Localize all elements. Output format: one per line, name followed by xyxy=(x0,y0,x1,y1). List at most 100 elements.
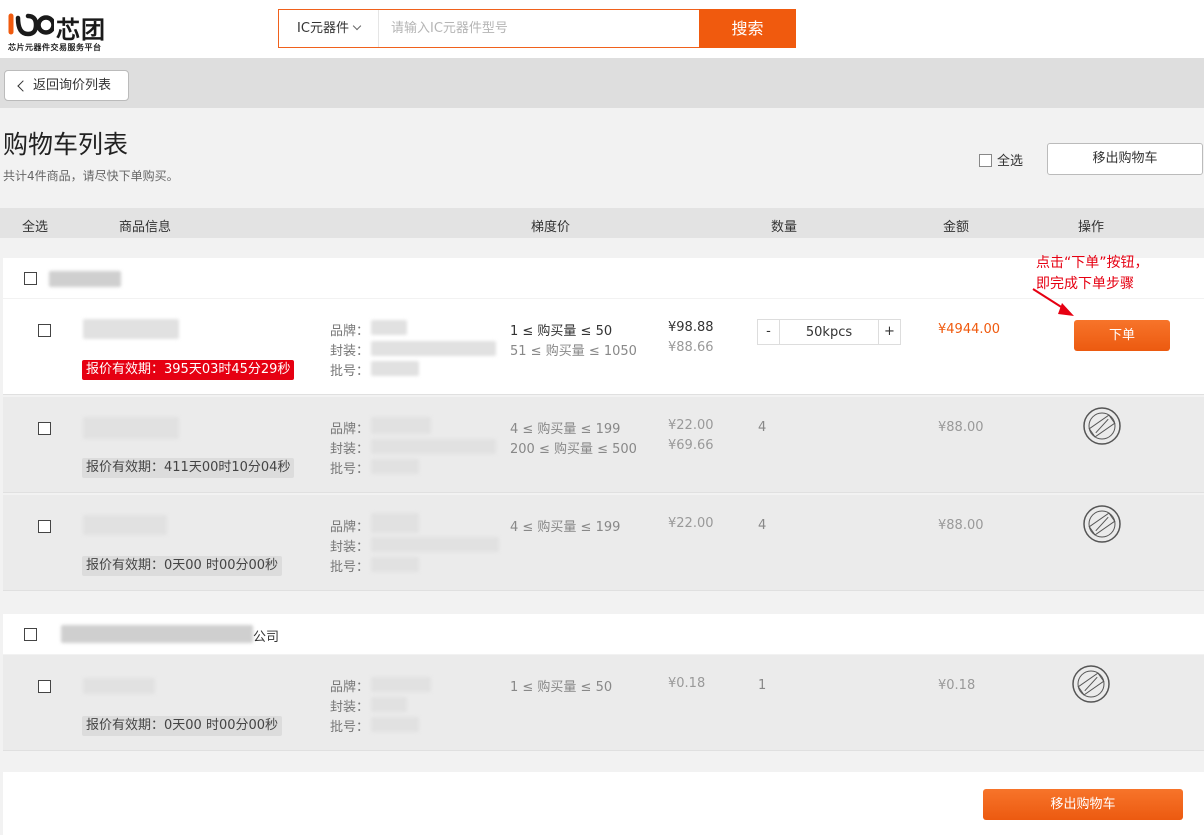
search-category-select[interactable]: IC元器件 xyxy=(279,10,379,47)
item-checkbox[interactable] xyxy=(38,324,51,337)
select-all-top[interactable]: 全选 xyxy=(979,150,1023,169)
quantity-stepper: - + xyxy=(757,319,901,345)
chevron-down-icon xyxy=(352,21,362,31)
supplier-checkbox[interactable] xyxy=(24,272,37,285)
part-number-redacted xyxy=(83,417,179,439)
batch-redacted xyxy=(371,557,419,572)
expired-stamp-icon xyxy=(1083,407,1121,445)
table-header: 全选 商品信息 梯度价 数量 金额 操作 xyxy=(0,208,1204,238)
col-amount: 金额 xyxy=(943,220,970,235)
remove-from-cart-button[interactable]: 移出购物车 xyxy=(1047,143,1203,175)
logo-tagline: 芯片元器件交易服务平台 xyxy=(8,43,102,52)
batch-label: 批号： xyxy=(330,720,370,735)
brand-redacted xyxy=(371,513,419,533)
item-amount: ¥4944.00 xyxy=(938,322,1001,337)
brand-redacted xyxy=(371,320,407,335)
item-quantity: 4 xyxy=(758,518,767,533)
batch-label: 批号： xyxy=(330,462,370,477)
package-redacted xyxy=(371,439,496,454)
chevron-left-icon xyxy=(17,80,29,92)
annotation-line: 点击“下单”按钮， xyxy=(1036,255,1149,271)
supplier-name-redacted xyxy=(49,271,121,287)
supplier-group-header xyxy=(3,258,1204,298)
quote-validity-badge: 报价有效期：395天03时45分29秒 xyxy=(82,360,295,380)
search-input[interactable] xyxy=(391,16,691,41)
place-order-button[interactable]: 下单 xyxy=(1074,320,1170,351)
brand-label: 品牌： xyxy=(330,422,370,437)
site-header: 芯团 芯片元器件交易服务平台 IC元器件 搜索 xyxy=(0,0,1204,58)
item-quantity: 1 xyxy=(758,678,767,693)
tier-price: ¥22.00 xyxy=(668,418,714,433)
quantity-input[interactable] xyxy=(780,320,878,344)
quantity-decrease-button[interactable]: - xyxy=(758,320,780,344)
package-redacted xyxy=(371,341,496,356)
page-subtitle: 共计4件商品，请尽快下单购买。 xyxy=(3,169,179,183)
tier-range: 51 ≤ 购买量 ≤ 1050 xyxy=(510,344,637,359)
brand-redacted xyxy=(371,677,431,692)
tier-range: 4 ≤ 购买量 ≤ 199 xyxy=(510,520,621,535)
cart-item-row: 报价有效期：411天00时10分04秒 品牌： 封装： 批号： 4 ≤ 购买量 … xyxy=(3,397,1204,493)
tier-range: 4 ≤ 购买量 ≤ 199 xyxy=(510,422,621,437)
expired-stamp-icon xyxy=(1083,505,1121,543)
item-amount: ¥88.00 xyxy=(938,420,984,435)
col-quantity: 数量 xyxy=(771,220,798,235)
brand-redacted xyxy=(371,417,431,434)
tier-price: ¥69.66 xyxy=(668,438,714,453)
cart-item-row: 报价有效期：0天00 时00分00秒 品牌： 封装： 批号： 4 ≤ 购买量 ≤… xyxy=(3,495,1204,591)
search-button[interactable]: 搜索 xyxy=(699,9,796,48)
package-redacted xyxy=(371,537,499,552)
remove-from-cart-bottom-button[interactable]: 移出购物车 xyxy=(983,789,1183,820)
brand-label: 品牌： xyxy=(330,680,370,695)
cart-item-row: 报价有效期：395天03时45分29秒 品牌： 封装： 批号： 1 ≤ 购买量 … xyxy=(3,299,1204,395)
package-label: 封装： xyxy=(330,700,370,715)
search-bar: IC元器件 搜索 xyxy=(278,9,796,48)
quote-validity-badge: 报价有效期：0天00 时00分00秒 xyxy=(82,556,283,576)
annotation-arrow-icon xyxy=(1032,288,1074,316)
package-label: 封装： xyxy=(330,344,370,359)
item-amount: ¥88.00 xyxy=(938,518,984,533)
back-to-inquiry-button[interactable]: 返回询价列表 xyxy=(4,70,129,101)
quantity-increase-button[interactable]: + xyxy=(878,320,900,344)
supplier-group-header: 公司 xyxy=(3,614,1204,654)
top-bar xyxy=(0,58,1204,108)
item-quantity: 4 xyxy=(758,420,767,435)
expired-stamp-icon xyxy=(1072,665,1110,703)
part-number-redacted xyxy=(83,515,167,535)
tier-range: 1 ≤ 购买量 ≤ 50 xyxy=(510,324,613,339)
tier-price: ¥88.66 xyxy=(668,340,714,355)
tier-range: 200 ≤ 购买量 ≤ 500 xyxy=(510,442,637,457)
package-label: 封装： xyxy=(330,442,370,457)
back-label: 返回询价列表 xyxy=(33,78,112,93)
supplier-name-redacted xyxy=(61,625,253,643)
logo-icon[interactable] xyxy=(8,12,56,38)
col-tier-price: 梯度价 xyxy=(531,220,571,235)
part-number-redacted xyxy=(83,319,179,339)
cart-item-row: 报价有效期：0天00 时00分00秒 品牌： 封装： 批号： 1 ≤ 购买量 ≤… xyxy=(3,655,1204,751)
package-label: 封装： xyxy=(330,540,370,555)
package-redacted xyxy=(371,697,407,712)
tier-price: ¥22.00 xyxy=(668,516,714,531)
quote-validity-badge: 报价有效期：0天00 时00分00秒 xyxy=(82,716,283,736)
col-actions: 操作 xyxy=(1078,220,1105,235)
col-product-info: 商品信息 xyxy=(119,220,172,235)
batch-redacted xyxy=(371,459,419,474)
batch-label: 批号： xyxy=(330,364,370,379)
item-checkbox[interactable] xyxy=(38,680,51,693)
supplier-checkbox[interactable] xyxy=(24,628,37,641)
item-checkbox[interactable] xyxy=(38,422,51,435)
select-all-checkbox[interactable] xyxy=(979,154,992,167)
brand-label: 品牌： xyxy=(330,520,370,535)
quote-validity-badge: 报价有效期：411天00时10分04秒 xyxy=(82,458,295,478)
item-checkbox[interactable] xyxy=(38,520,51,533)
logo-text[interactable]: 芯团 xyxy=(56,10,106,45)
supplier-name-suffix: 公司 xyxy=(253,630,280,645)
tier-price: ¥0.18 xyxy=(668,676,706,691)
part-number-redacted xyxy=(83,678,155,694)
tier-price: ¥98.88 xyxy=(668,320,714,335)
tier-range: 1 ≤ 购买量 ≤ 50 xyxy=(510,680,613,695)
batch-redacted xyxy=(371,717,419,732)
select-all-label: 全选 xyxy=(997,154,1024,169)
item-amount: ¥0.18 xyxy=(938,678,976,693)
brand-label: 品牌： xyxy=(330,324,370,339)
col-select-all[interactable]: 全选 xyxy=(22,216,48,235)
